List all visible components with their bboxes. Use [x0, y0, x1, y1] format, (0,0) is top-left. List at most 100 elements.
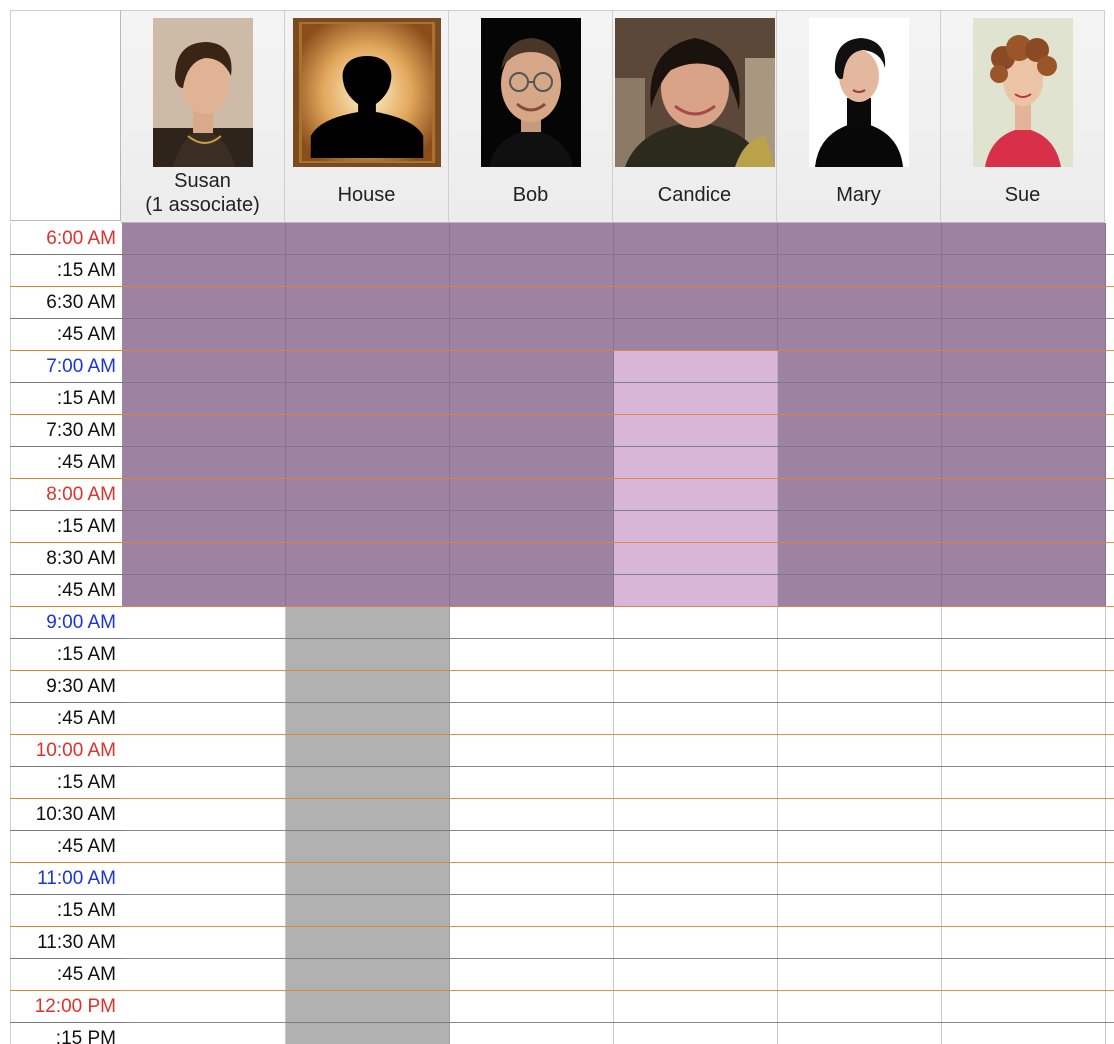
schedule-slot[interactable]	[942, 959, 1106, 991]
schedule-slot[interactable]	[614, 831, 778, 863]
schedule-slot[interactable]	[614, 959, 778, 991]
schedule-slot[interactable]	[778, 447, 942, 479]
schedule-slot[interactable]	[122, 223, 286, 255]
schedule-slot[interactable]	[614, 703, 778, 735]
schedule-slot[interactable]	[286, 735, 450, 767]
schedule-slot[interactable]	[450, 415, 614, 447]
schedule-slot[interactable]	[942, 319, 1106, 351]
schedule-slot[interactable]	[450, 287, 614, 319]
schedule-slot[interactable]	[778, 799, 942, 831]
schedule-slot[interactable]	[122, 863, 286, 895]
schedule-slot[interactable]	[286, 767, 450, 799]
schedule-slot[interactable]	[614, 447, 778, 479]
schedule-slot[interactable]	[942, 447, 1106, 479]
schedule-slot[interactable]	[942, 703, 1106, 735]
schedule-slot[interactable]	[450, 383, 614, 415]
schedule-slot[interactable]	[942, 479, 1106, 511]
schedule-slot[interactable]	[778, 735, 942, 767]
schedule-slot[interactable]	[450, 703, 614, 735]
schedule-slot[interactable]	[614, 575, 778, 607]
schedule-slot[interactable]	[778, 511, 942, 543]
schedule-slot[interactable]	[778, 863, 942, 895]
schedule-slot[interactable]	[286, 383, 450, 415]
schedule-slot[interactable]	[942, 543, 1106, 575]
schedule-slot[interactable]	[122, 1023, 286, 1044]
schedule-slot[interactable]	[778, 639, 942, 671]
schedule-slot[interactable]	[778, 767, 942, 799]
schedule-slot[interactable]	[450, 959, 614, 991]
schedule-slot[interactable]	[778, 351, 942, 383]
schedule-slot[interactable]	[614, 927, 778, 959]
schedule-slot[interactable]	[286, 671, 450, 703]
schedule-slot[interactable]	[614, 479, 778, 511]
schedule-slot[interactable]	[942, 575, 1106, 607]
schedule-slot[interactable]	[778, 991, 942, 1023]
schedule-slot[interactable]	[122, 415, 286, 447]
schedule-slot[interactable]	[942, 351, 1106, 383]
schedule-slot[interactable]	[450, 351, 614, 383]
staff-column-header[interactable]: House	[285, 10, 449, 223]
schedule-slot[interactable]	[614, 895, 778, 927]
schedule-slot[interactable]	[286, 255, 450, 287]
schedule-slot[interactable]	[778, 607, 942, 639]
schedule-slot[interactable]	[286, 799, 450, 831]
schedule-slot[interactable]	[942, 287, 1106, 319]
schedule-slot[interactable]	[450, 255, 614, 287]
schedule-slot[interactable]	[122, 671, 286, 703]
staff-column-header[interactable]: Sue	[941, 10, 1105, 223]
schedule-slot[interactable]	[942, 927, 1106, 959]
schedule-slot[interactable]	[778, 415, 942, 447]
schedule-slot[interactable]	[778, 927, 942, 959]
schedule-slot[interactable]	[942, 511, 1106, 543]
schedule-slot[interactable]	[286, 223, 450, 255]
schedule-slot[interactable]	[450, 671, 614, 703]
schedule-slot[interactable]	[122, 287, 286, 319]
schedule-slot[interactable]	[942, 255, 1106, 287]
schedule-slot[interactable]	[778, 383, 942, 415]
schedule-slot[interactable]	[942, 671, 1106, 703]
schedule-slot[interactable]	[450, 735, 614, 767]
schedule-slot[interactable]	[286, 895, 450, 927]
schedule-slot[interactable]	[286, 319, 450, 351]
schedule-slot[interactable]	[614, 1023, 778, 1044]
schedule-slot[interactable]	[122, 607, 286, 639]
schedule-slot[interactable]	[122, 575, 286, 607]
staff-column-header[interactable]: Susan (1 associate)	[121, 10, 285, 223]
schedule-slot[interactable]	[450, 799, 614, 831]
schedule-slot[interactable]	[778, 575, 942, 607]
schedule-slot[interactable]	[122, 543, 286, 575]
schedule-slot[interactable]	[450, 319, 614, 351]
schedule-slot[interactable]	[614, 415, 778, 447]
schedule-slot[interactable]	[614, 607, 778, 639]
schedule-slot[interactable]	[286, 511, 450, 543]
schedule-slot[interactable]	[778, 895, 942, 927]
schedule-slot[interactable]	[778, 671, 942, 703]
staff-column-header[interactable]: Candice	[613, 10, 777, 223]
schedule-slot[interactable]	[778, 959, 942, 991]
schedule-slot[interactable]	[450, 767, 614, 799]
schedule-slot[interactable]	[286, 959, 450, 991]
schedule-slot[interactable]	[614, 767, 778, 799]
schedule-slot[interactable]	[778, 255, 942, 287]
schedule-slot[interactable]	[450, 895, 614, 927]
schedule-slot[interactable]	[778, 479, 942, 511]
schedule-slot[interactable]	[942, 767, 1106, 799]
schedule-slot[interactable]	[942, 799, 1106, 831]
schedule-slot[interactable]	[942, 895, 1106, 927]
schedule-slot[interactable]	[450, 863, 614, 895]
schedule-slot[interactable]	[450, 479, 614, 511]
schedule-slot[interactable]	[450, 991, 614, 1023]
schedule-slot[interactable]	[614, 863, 778, 895]
schedule-slot[interactable]	[450, 447, 614, 479]
schedule-slot[interactable]	[286, 351, 450, 383]
schedule-slot[interactable]	[286, 703, 450, 735]
schedule-slot[interactable]	[942, 831, 1106, 863]
schedule-slot[interactable]	[286, 831, 450, 863]
schedule-slot[interactable]	[614, 383, 778, 415]
schedule-slot[interactable]	[122, 767, 286, 799]
schedule-slot[interactable]	[122, 479, 286, 511]
schedule-slot[interactable]	[614, 991, 778, 1023]
schedule-slot[interactable]	[122, 351, 286, 383]
schedule-slot[interactable]	[286, 287, 450, 319]
schedule-slot[interactable]	[122, 447, 286, 479]
